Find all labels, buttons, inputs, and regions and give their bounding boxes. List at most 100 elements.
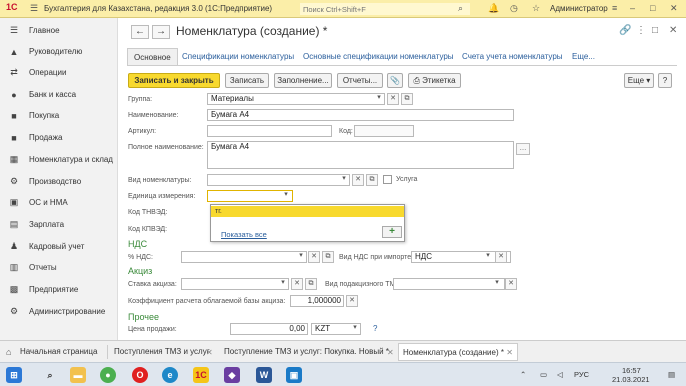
sidebar-item-manager[interactable]: ▲ Руководителю <box>0 41 118 62</box>
article-field[interactable] <box>207 125 332 137</box>
maximize-icon[interactable]: □ <box>650 3 655 13</box>
search-icon[interactable]: ⌕ <box>458 3 463 14</box>
excise-tmz-dropdown-icon[interactable]: ▾ <box>491 278 503 290</box>
home-icon[interactable]: ⌂ <box>6 347 11 357</box>
sidebar-item-sale[interactable]: ■ Продажа <box>0 127 118 148</box>
tab-accounts[interactable]: Счета учета номенклатуры <box>462 48 563 65</box>
type-dropdown-icon[interactable]: ▾ <box>338 174 350 186</box>
volume-icon[interactable]: ◁ <box>557 370 563 379</box>
type-clear-button[interactable]: ✕ <box>352 174 364 186</box>
search-input[interactable] <box>300 3 470 15</box>
save-close-button[interactable]: Записать и закрыть <box>128 73 220 88</box>
group-clear-button[interactable]: ✕ <box>387 93 399 105</box>
more-icon[interactable]: ⋮ <box>636 25 646 36</box>
sidebar-item-production[interactable]: ⚙ Производство <box>0 171 118 192</box>
name-field[interactable]: Бумага А4 <box>207 109 514 121</box>
excise-rate-open-button[interactable]: ⧉ <box>305 278 317 290</box>
opera-icon[interactable]: O <box>132 367 148 383</box>
clock-time[interactable]: 16:57 <box>622 366 641 375</box>
close-tab-icon[interactable]: ✕ <box>506 348 513 357</box>
app-icon-2[interactable]: ▣ <box>286 367 302 383</box>
clock-date[interactable]: 21.03.2021 <box>612 375 650 384</box>
windows-start-icon[interactable]: ⊞ <box>6 367 22 383</box>
app-icon[interactable]: ◆ <box>224 367 240 383</box>
notifications-icon[interactable]: ▤ <box>668 370 675 379</box>
chrome-icon[interactable]: ● <box>100 367 116 383</box>
link-icon[interactable]: 🔗 <box>619 25 631 36</box>
help-icon[interactable]: ? <box>373 324 377 333</box>
word-icon[interactable]: W <box>256 367 272 383</box>
nds-rate-clear-button[interactable]: ✕ <box>308 251 320 263</box>
group-open-button[interactable]: ⧉ <box>401 93 413 105</box>
close-tab-icon[interactable]: ✕ <box>206 348 213 357</box>
network-icon[interactable]: ▭ <box>540 370 547 379</box>
show-all-link[interactable]: Показать все <box>221 230 267 239</box>
language-indicator[interactable]: РУС <box>574 370 589 379</box>
nds-rate-open-button[interactable]: ⧉ <box>322 251 334 263</box>
save-button[interactable]: Записать <box>225 73 269 88</box>
forward-button[interactable]: → <box>152 25 170 39</box>
fullname-expand-button[interactable]: … <box>516 143 530 155</box>
close-form-icon[interactable]: ✕ <box>669 25 677 36</box>
attach-button[interactable]: 📎 <box>387 73 403 88</box>
tray-chevron-icon[interactable]: ⌃ <box>520 370 526 379</box>
group-field[interactable]: Материалы <box>207 93 385 105</box>
more-button[interactable]: Еще ▾ <box>624 73 654 88</box>
tab-more[interactable]: Еще... <box>572 48 595 65</box>
nds-import-dropdown-icon[interactable]: ▾ <box>482 251 494 263</box>
edge-icon[interactable]: e <box>162 367 178 383</box>
search-taskbar-icon[interactable]: ⌕ <box>42 367 58 383</box>
excise-tmz-field[interactable] <box>393 278 505 290</box>
expand-icon[interactable]: □ <box>652 25 658 36</box>
help-button[interactable]: ? <box>658 73 672 88</box>
tab-main-specifications[interactable]: Основные спецификации номенклатуры <box>303 48 454 65</box>
tab-specifications[interactable]: Спецификации номенклатуры <box>182 48 294 65</box>
currency-dropdown-icon[interactable]: ▾ <box>349 323 361 335</box>
reports-button[interactable]: Отчеты... <box>337 73 383 88</box>
fullname-field[interactable]: Бумага А4 <box>207 141 514 169</box>
type-field[interactable] <box>207 174 350 186</box>
settings-icon[interactable]: ≡ <box>612 3 617 13</box>
minimize-icon[interactable]: – <box>630 3 635 13</box>
sidebar-item-salary[interactable]: ▤ Зарплата <box>0 214 118 235</box>
file-explorer-icon[interactable]: ▬ <box>70 367 86 383</box>
sidebar-item-assets[interactable]: ▣ ОС и НМА <box>0 192 118 213</box>
tab-home-page[interactable]: Начальная страница <box>20 343 97 361</box>
excise-coef-clear-button[interactable]: ✕ <box>346 295 358 307</box>
excise-rate-field[interactable] <box>181 278 289 290</box>
tab-receipts-list[interactable]: Поступления ТМЗ и услуг <box>114 343 210 361</box>
close-icon[interactable]: ✕ <box>670 3 678 14</box>
group-dropdown-icon[interactable]: ▾ <box>373 93 385 105</box>
nds-rate-field[interactable] <box>181 251 307 263</box>
back-button[interactable]: ← <box>131 25 149 39</box>
sidebar-item-operations[interactable]: ⇄ Операции <box>0 62 118 83</box>
sidebar-item-staff[interactable]: ♟ Кадровый учет <box>0 236 118 257</box>
nds-rate-dropdown-icon[interactable]: ▾ <box>295 251 307 263</box>
price-field[interactable]: 0,00 <box>230 323 308 335</box>
fill-button[interactable]: Заполнение... <box>274 73 332 88</box>
unit-dropdown-icon[interactable]: ▾ <box>280 190 292 202</box>
tab-nomenclature-create[interactable]: Номенклатура (создание) * ✕ <box>398 343 518 361</box>
type-open-button[interactable]: ⧉ <box>366 174 378 186</box>
sidebar-item-bank[interactable]: ● Банк и касса <box>0 84 118 105</box>
excise-tmz-clear-button[interactable]: ✕ <box>505 278 517 290</box>
tab-main[interactable]: Основное <box>127 48 178 65</box>
sidebar-item-reports[interactable]: ▥ Отчеты <box>0 257 118 278</box>
service-checkbox[interactable] <box>383 175 392 184</box>
star-icon[interactable]: ☆ <box>532 3 540 14</box>
sidebar-item-warehouse[interactable]: ▦ Номенклатура и склад <box>0 149 118 170</box>
excise-coef-field[interactable]: 1,000000 <box>290 295 344 307</box>
excise-rate-clear-button[interactable]: ✕ <box>291 278 303 290</box>
sidebar-item-purchase[interactable]: ■ Покупка <box>0 105 118 126</box>
tab-receipt-new[interactable]: Поступление ТМЗ и услуг: Покупка. Новый … <box>224 343 389 361</box>
user-name[interactable]: Администратор <box>550 4 608 13</box>
bell-icon[interactable]: 🔔 <box>488 3 499 14</box>
sidebar-item-enterprise[interactable]: ▩ Предприятие <box>0 279 118 300</box>
onec-icon[interactable]: 1С <box>193 367 209 383</box>
close-tab-icon[interactable]: ✕ <box>387 348 394 357</box>
unit-option[interactable]: тг. <box>211 206 404 217</box>
excise-rate-dropdown-icon[interactable]: ▾ <box>277 278 289 290</box>
add-unit-button[interactable]: + <box>382 226 402 238</box>
sidebar-item-admin[interactable]: ⚙ Администрирование <box>0 301 118 322</box>
sidebar-item-main[interactable]: ☰ Главное <box>0 20 118 41</box>
